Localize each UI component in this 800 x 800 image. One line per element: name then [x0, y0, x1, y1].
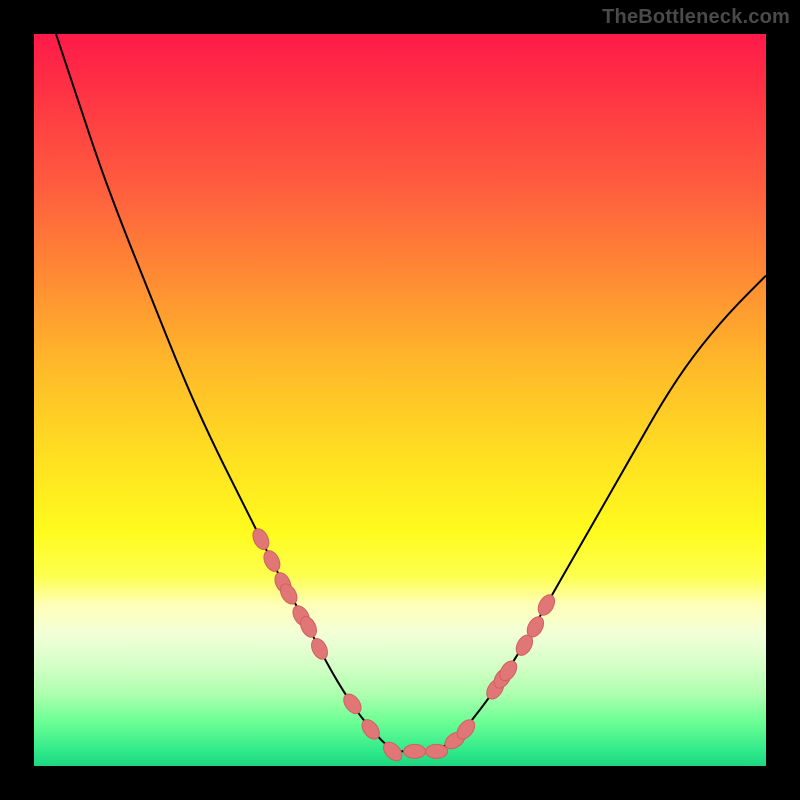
marker-group [250, 526, 558, 764]
watermark-credit: TheBottleneck.com [602, 6, 790, 29]
curve-marker [250, 526, 272, 552]
bottleneck-curve [56, 34, 766, 751]
plot-svg [34, 34, 766, 766]
plot-area [34, 34, 766, 766]
curve-marker [426, 744, 448, 758]
curve-marker [340, 691, 364, 717]
curve-marker [261, 548, 283, 574]
curve-marker [308, 636, 330, 662]
chart-stage: TheBottleneck.com [0, 0, 800, 800]
curve-marker [404, 744, 426, 758]
curve-marker [535, 592, 558, 618]
